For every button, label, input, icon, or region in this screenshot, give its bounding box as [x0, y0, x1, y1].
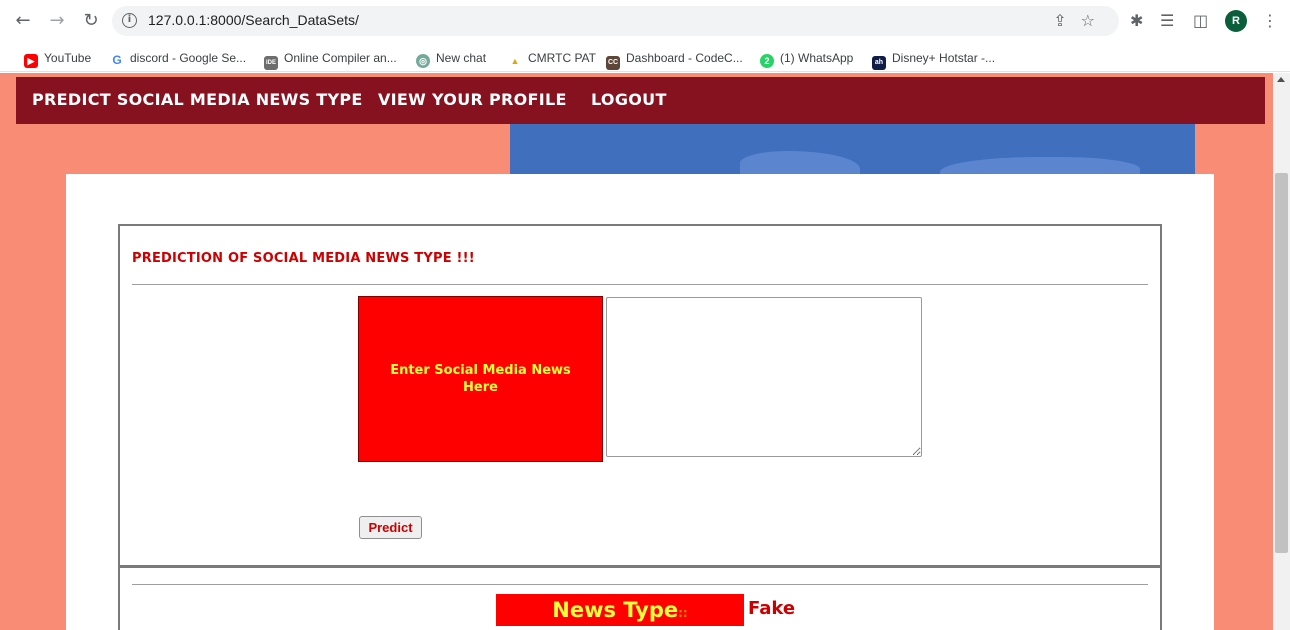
share-icon[interactable]: ⇪: [1053, 11, 1080, 30]
news-input-label: Enter Social Media News Here: [390, 363, 571, 395]
bookmark-codechef[interactable]: CC Dashboard - CodeC...: [606, 49, 743, 70]
scroll-up-arrow-icon[interactable]: [1277, 77, 1285, 82]
reading-list-icon[interactable]: ☰: [1160, 11, 1174, 31]
youtube-icon: ▶: [24, 54, 38, 68]
bookmark-google-discord[interactable]: Gdiscord - Google Se...: [110, 49, 246, 67]
top-navbar: PREDICT SOCIAL MEDIA NEWS TYPE VIEW YOUR…: [16, 77, 1265, 124]
page-viewport: PREDICT SOCIAL MEDIA NEWS TYPE VIEW YOUR…: [0, 73, 1273, 630]
browser-toolbar: ← → ↻ i 127.0.0.1:8000/Search_DataSets/ …: [0, 0, 1290, 44]
predict-button[interactable]: Predict: [359, 516, 422, 539]
page-scrollbar[interactable]: [1273, 73, 1290, 630]
news-type-value: Fake: [748, 598, 796, 619]
bookmark-online-compiler[interactable]: IDE Online Compiler an...: [264, 49, 397, 70]
form-heading: PREDICTION OF SOCIAL MEDIA NEWS TYPE !!!: [132, 251, 475, 266]
profile-avatar[interactable]: R: [1225, 10, 1247, 32]
news-type-label-cell: News Type::: [496, 594, 744, 626]
scrollbar-thumb[interactable]: [1275, 173, 1288, 553]
bookmark-cmrtc[interactable]: ▲ CMRTC PAT: [508, 49, 596, 68]
side-panel-icon[interactable]: ◫: [1193, 11, 1208, 31]
bookmark-hotstar[interactable]: ah Disney+ Hotstar -...: [872, 49, 995, 70]
nav-predict-news-type[interactable]: PREDICT SOCIAL MEDIA NEWS TYPE: [32, 90, 363, 109]
divider: [132, 284, 1148, 285]
bookmark-new-chat[interactable]: ◎ New chat: [416, 49, 486, 68]
url-text[interactable]: 127.0.0.1:8000/Search_DataSets/: [148, 12, 359, 28]
cmrtc-icon: ▲: [508, 54, 522, 68]
prediction-form-panel: PREDICTION OF SOCIAL MEDIA NEWS TYPE !!!…: [118, 224, 1162, 568]
google-icon: G: [110, 53, 124, 67]
prediction-result-panel: News Type:: Fake: [118, 568, 1162, 630]
site-info-icon[interactable]: i: [122, 13, 137, 28]
news-type-label: News Type: [552, 598, 679, 622]
chatgpt-icon: ◎: [416, 54, 430, 68]
bookmarks-bar: ▶ YouTube Gdiscord - Google Se... IDE Onli…: [0, 44, 1290, 72]
ide-icon: IDE: [264, 56, 278, 70]
news-type-separator: ::: [678, 606, 688, 620]
nav-view-profile[interactable]: VIEW YOUR PROFILE: [378, 90, 567, 109]
reload-icon[interactable]: ↻: [80, 10, 102, 32]
bookmark-youtube[interactable]: ▶ YouTube: [24, 49, 91, 68]
bookmark-star-icon[interactable]: ☆: [1081, 11, 1109, 30]
divider: [132, 584, 1148, 585]
bookmark-whatsapp[interactable]: 2 (1) WhatsApp: [760, 49, 853, 68]
more-menu-icon[interactable]: ⋮: [1262, 11, 1278, 31]
forward-arrow-icon[interactable]: →: [46, 10, 68, 32]
whatsapp-icon: 2: [760, 54, 774, 68]
address-bar[interactable]: i 127.0.0.1:8000/Search_DataSets/ ⇪☆: [112, 6, 1119, 36]
omnibox-actions: ⇪☆: [1053, 11, 1109, 30]
codechef-icon: CC: [606, 56, 620, 70]
nav-logout[interactable]: LOGOUT: [591, 90, 667, 109]
extensions-puzzle-icon[interactable]: ✱: [1130, 11, 1143, 31]
news-input-label-cell: Enter Social Media News Here: [358, 296, 603, 462]
hotstar-icon: ah: [872, 56, 886, 70]
back-arrow-icon[interactable]: ←: [12, 10, 34, 32]
news-text-input[interactable]: [606, 297, 922, 457]
